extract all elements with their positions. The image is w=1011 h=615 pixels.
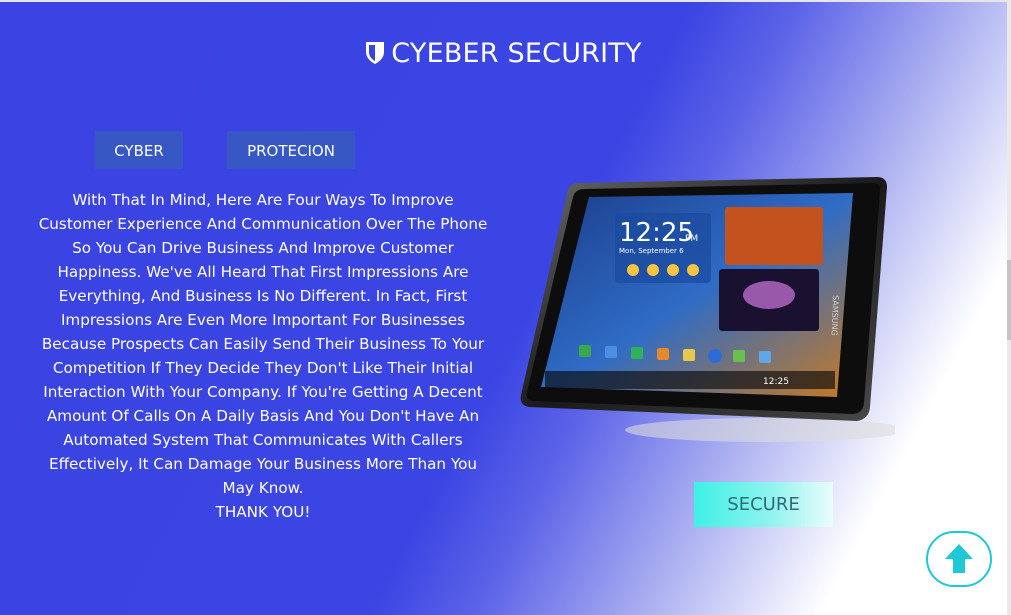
top-border bbox=[0, 0, 1007, 2]
arrow-up-icon bbox=[945, 544, 973, 573]
tablet-clock: 12:25 bbox=[619, 218, 694, 248]
tablet-brand: SAMSUNG bbox=[830, 295, 840, 336]
tab-protecion[interactable]: PROTECION bbox=[227, 131, 355, 169]
content-paragraph: With That In Mind, Here Are Four Ways To… bbox=[38, 188, 488, 524]
tablet-status-time: 12:25 bbox=[763, 377, 789, 387]
scrollbar-thumb[interactable] bbox=[1007, 260, 1011, 340]
shield-icon bbox=[365, 41, 385, 72]
paragraph-text: With That In Mind, Here Are Four Ways To… bbox=[38, 191, 488, 497]
scroll-to-top-button[interactable] bbox=[926, 531, 992, 587]
thank-you-text: THANK YOU! bbox=[215, 503, 311, 521]
tablet-image: 12:25 PM Mon, September 6 12:25 SAMSUNG bbox=[515, 175, 905, 449]
page-title-text: CYEBER SECURITY bbox=[391, 38, 642, 69]
secure-button[interactable]: SECURE bbox=[694, 482, 833, 527]
tablet-date: Mon, September 6 bbox=[619, 247, 684, 255]
tablet-clock-ampm: PM bbox=[685, 234, 698, 244]
page-title: CYEBER SECURITY bbox=[0, 38, 1007, 72]
tab-cyber[interactable]: CYBER bbox=[95, 131, 183, 169]
